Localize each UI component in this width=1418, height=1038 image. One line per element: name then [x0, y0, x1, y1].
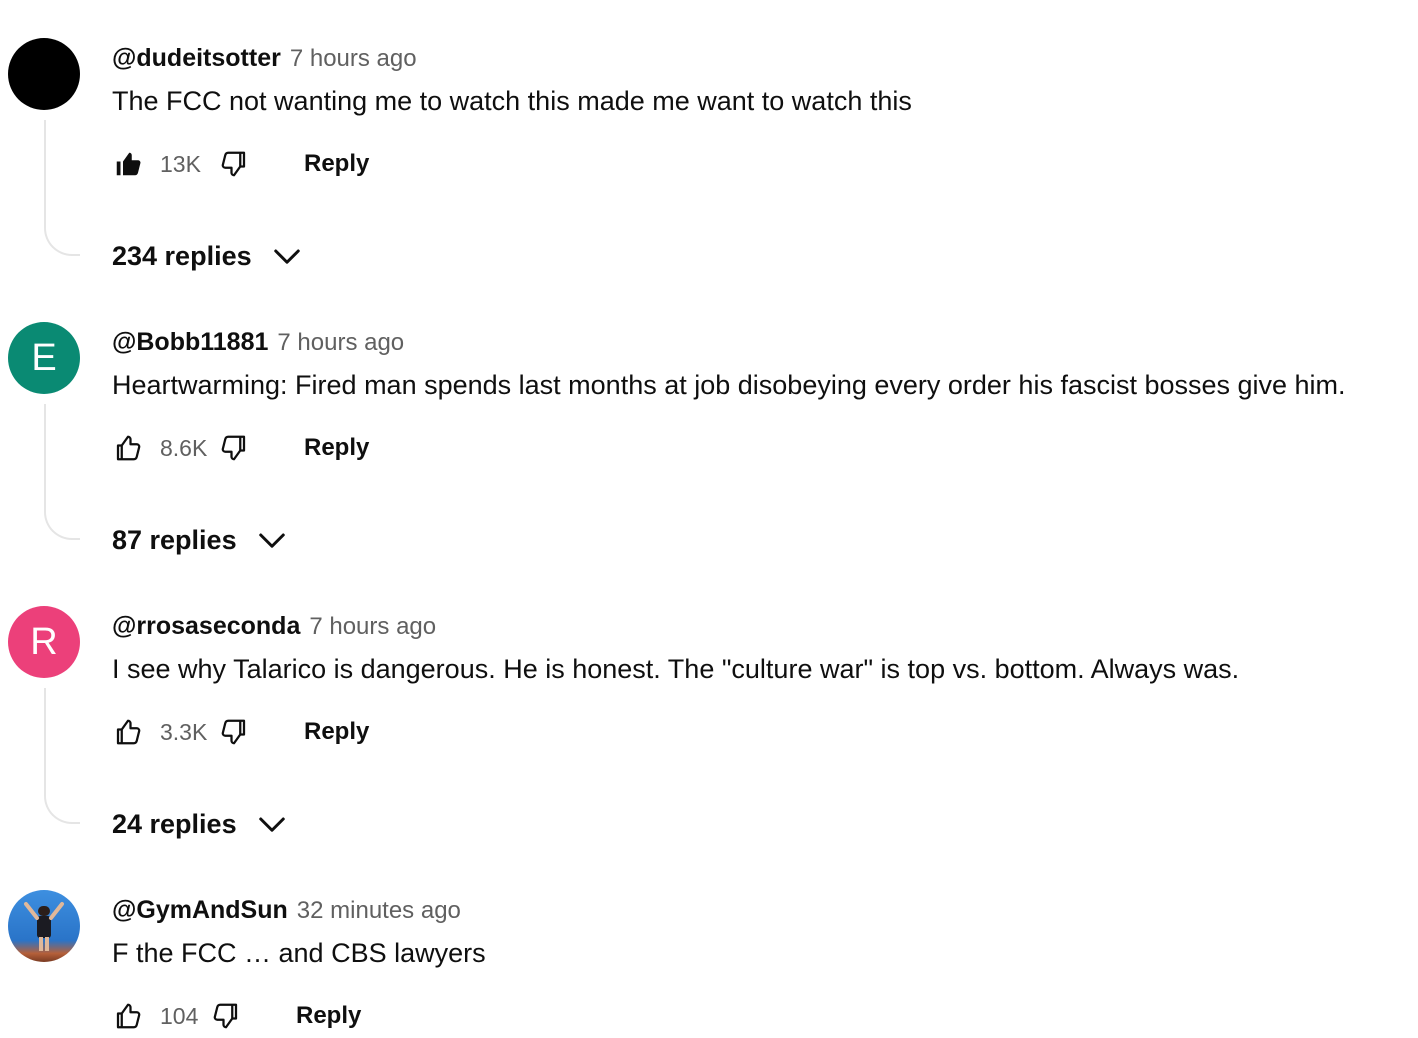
avatar[interactable]: E	[8, 322, 80, 394]
comment-text: I see why Talarico is dangerous. He is h…	[112, 654, 1240, 684]
thumbs-down-icon	[221, 719, 246, 745]
dislike-button[interactable]	[210, 1000, 242, 1032]
thumbs-up-icon	[116, 719, 141, 745]
replies-count-label: 87 replies	[112, 524, 237, 555]
like-button[interactable]	[112, 432, 144, 464]
chevron-down-icon	[257, 809, 287, 839]
comment-header: @GymAndSun 32 minutes ago	[112, 896, 461, 925]
thumbs-down-icon	[213, 1003, 238, 1029]
view-replies-button[interactable]: 24 replies	[112, 802, 287, 846]
comment-header: @Bobb11881 7 hours ago	[112, 328, 404, 357]
avatar[interactable]	[8, 890, 80, 962]
comment-toolbar: 3.3K Reply	[112, 710, 369, 754]
author-handle[interactable]: @Bobb11881	[112, 328, 268, 357]
reply-button[interactable]: Reply	[296, 1002, 361, 1030]
comment-toolbar: 8.6K Reply	[112, 426, 369, 470]
like-count: 8.6K	[160, 434, 208, 461]
comment-text: The FCC not wanting me to watch this mad…	[112, 86, 912, 116]
avatar-letter: R	[30, 620, 58, 663]
thumbs-down-icon	[221, 435, 246, 461]
author-handle[interactable]: @GymAndSun	[112, 896, 288, 925]
thread-connector-line	[44, 404, 80, 540]
avatar[interactable]	[8, 38, 80, 110]
thumbs-down-icon	[221, 151, 246, 177]
reply-button[interactable]: Reply	[304, 718, 369, 746]
author-handle[interactable]: @dudeitsotter	[112, 44, 281, 73]
dislike-button[interactable]	[218, 432, 250, 464]
thread-connector-line	[44, 120, 80, 256]
timestamp[interactable]: 7 hours ago	[277, 329, 404, 357]
view-replies-button[interactable]: 234 replies	[112, 234, 302, 278]
thread-connector-line	[44, 688, 80, 824]
thumbs-up-icon	[116, 435, 141, 461]
chevron-down-icon	[257, 525, 287, 555]
like-button[interactable]	[112, 148, 144, 180]
dislike-button[interactable]	[218, 148, 250, 180]
reply-button[interactable]: Reply	[304, 150, 369, 178]
comment-toolbar: 104 Reply	[112, 994, 361, 1038]
like-count: 13K	[160, 150, 201, 177]
avatar-photo	[24, 902, 64, 951]
comment-toolbar: 13K Reply	[112, 142, 369, 186]
timestamp[interactable]: 32 minutes ago	[297, 897, 461, 925]
like-count: 104	[160, 1002, 199, 1029]
timestamp[interactable]: 7 hours ago	[290, 45, 417, 73]
dislike-button[interactable]	[218, 716, 250, 748]
like-button[interactable]	[112, 1000, 144, 1032]
like-count: 3.3K	[160, 718, 208, 745]
author-handle[interactable]: @rrosaseconda	[112, 612, 300, 641]
comment-text: F the FCC … and CBS lawyers	[112, 938, 486, 968]
avatar[interactable]: R	[8, 606, 80, 678]
reply-button[interactable]: Reply	[304, 434, 369, 462]
avatar-letter: E	[31, 336, 57, 379]
timestamp[interactable]: 7 hours ago	[309, 613, 436, 641]
replies-count-label: 24 replies	[112, 808, 237, 839]
thumbs-up-icon	[116, 1003, 141, 1029]
comment-text: Heartwarming: Fired man spends last mont…	[112, 370, 1346, 400]
comment-header: @rrosaseconda 7 hours ago	[112, 612, 436, 641]
replies-count-label: 234 replies	[112, 240, 252, 271]
chevron-down-icon	[272, 241, 302, 271]
like-button[interactable]	[112, 716, 144, 748]
comment-header: @dudeitsotter 7 hours ago	[112, 44, 417, 73]
view-replies-button[interactable]: 87 replies	[112, 518, 287, 562]
thumbs-up-filled-icon	[116, 152, 141, 176]
